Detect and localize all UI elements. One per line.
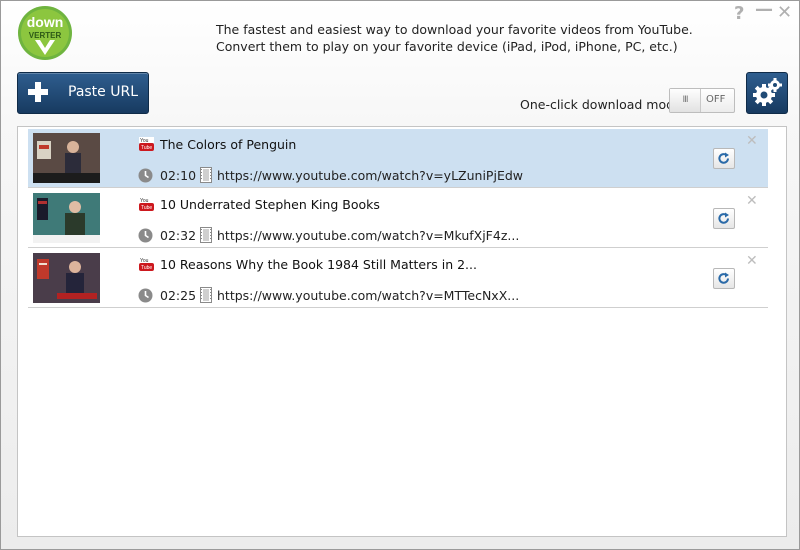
video-row[interactable]: You Tube 10 Reasons Why the Book 1984 St… <box>28 249 768 308</box>
video-thumbnail <box>33 253 100 303</box>
tagline-line-1: The fastest and easiest way to download … <box>216 22 693 37</box>
one-click-mode-label: One-click download mode <box>520 97 682 112</box>
refresh-button[interactable] <box>713 208 735 229</box>
toggle-knob[interactable]: III <box>670 89 701 112</box>
clock-icon <box>138 288 153 303</box>
refresh-button[interactable] <box>713 268 735 289</box>
minimize-icon[interactable]: — <box>755 0 773 20</box>
toggle-state: OFF <box>706 94 726 105</box>
plus-icon <box>28 82 48 102</box>
paste-url-button[interactable]: Paste URL <box>17 72 149 114</box>
tagline-line-2: Convert them to play on your favorite de… <box>216 39 678 54</box>
svg-text:down: down <box>27 14 64 30</box>
refresh-icon <box>718 152 729 164</box>
video-url: https://www.youtube.com/watch?v=yLZuniPj… <box>217 168 523 183</box>
help-icon[interactable]: ? <box>734 3 744 24</box>
video-row[interactable]: You Tube The Colors of Penguin 02:10 htt… <box>28 129 768 188</box>
gears-icon <box>753 78 782 106</box>
refresh-button[interactable] <box>713 148 735 169</box>
video-duration: 02:32 <box>160 228 197 243</box>
clock-icon <box>138 168 153 183</box>
video-row[interactable]: You Tube 10 Underrated Stephen King Book… <box>28 189 768 248</box>
svg-text:Tube: Tube <box>141 265 152 271</box>
video-title: 10 Underrated Stephen King Books <box>160 197 380 212</box>
remove-video-icon[interactable]: ✕ <box>746 253 758 269</box>
film-icon <box>200 287 212 303</box>
refresh-icon <box>718 212 729 224</box>
settings-button[interactable] <box>746 72 788 114</box>
video-duration: 02:25 <box>160 288 197 303</box>
tagline: The fastest and easiest way to download … <box>216 21 693 55</box>
remove-video-icon[interactable]: ✕ <box>746 133 758 149</box>
paste-url-label: Paste URL <box>68 84 139 100</box>
svg-text:Tube: Tube <box>141 145 152 151</box>
video-title: 10 Reasons Why the Book 1984 Still Matte… <box>160 257 477 272</box>
svg-text:VERTER: VERTER <box>29 31 62 40</box>
youtube-icon: You Tube <box>139 257 154 271</box>
close-icon[interactable]: ✕ <box>777 2 792 23</box>
svg-text:Tube: Tube <box>141 205 152 211</box>
youtube-icon: You Tube <box>139 197 154 211</box>
downverter-logo: down VERTER <box>18 6 72 60</box>
film-icon <box>200 167 212 183</box>
youtube-icon: You Tube <box>139 137 154 151</box>
video-url: https://www.youtube.com/watch?v=MkufXjF4… <box>217 228 520 243</box>
video-duration: 02:10 <box>160 168 197 183</box>
video-url: https://www.youtube.com/watch?v=MTTecNxX… <box>217 288 520 303</box>
app-window: down VERTER The fastest and easiest way … <box>0 0 800 550</box>
video-thumbnail <box>33 193 100 243</box>
video-thumbnail <box>33 133 100 183</box>
one-click-toggle[interactable]: III OFF <box>669 88 735 113</box>
video-title: The Colors of Penguin <box>160 137 297 152</box>
film-icon <box>200 227 212 243</box>
video-list: You Tube The Colors of Penguin 02:10 htt… <box>17 126 787 537</box>
clock-icon <box>138 228 153 243</box>
remove-video-icon[interactable]: ✕ <box>746 193 758 209</box>
refresh-icon <box>718 272 729 284</box>
